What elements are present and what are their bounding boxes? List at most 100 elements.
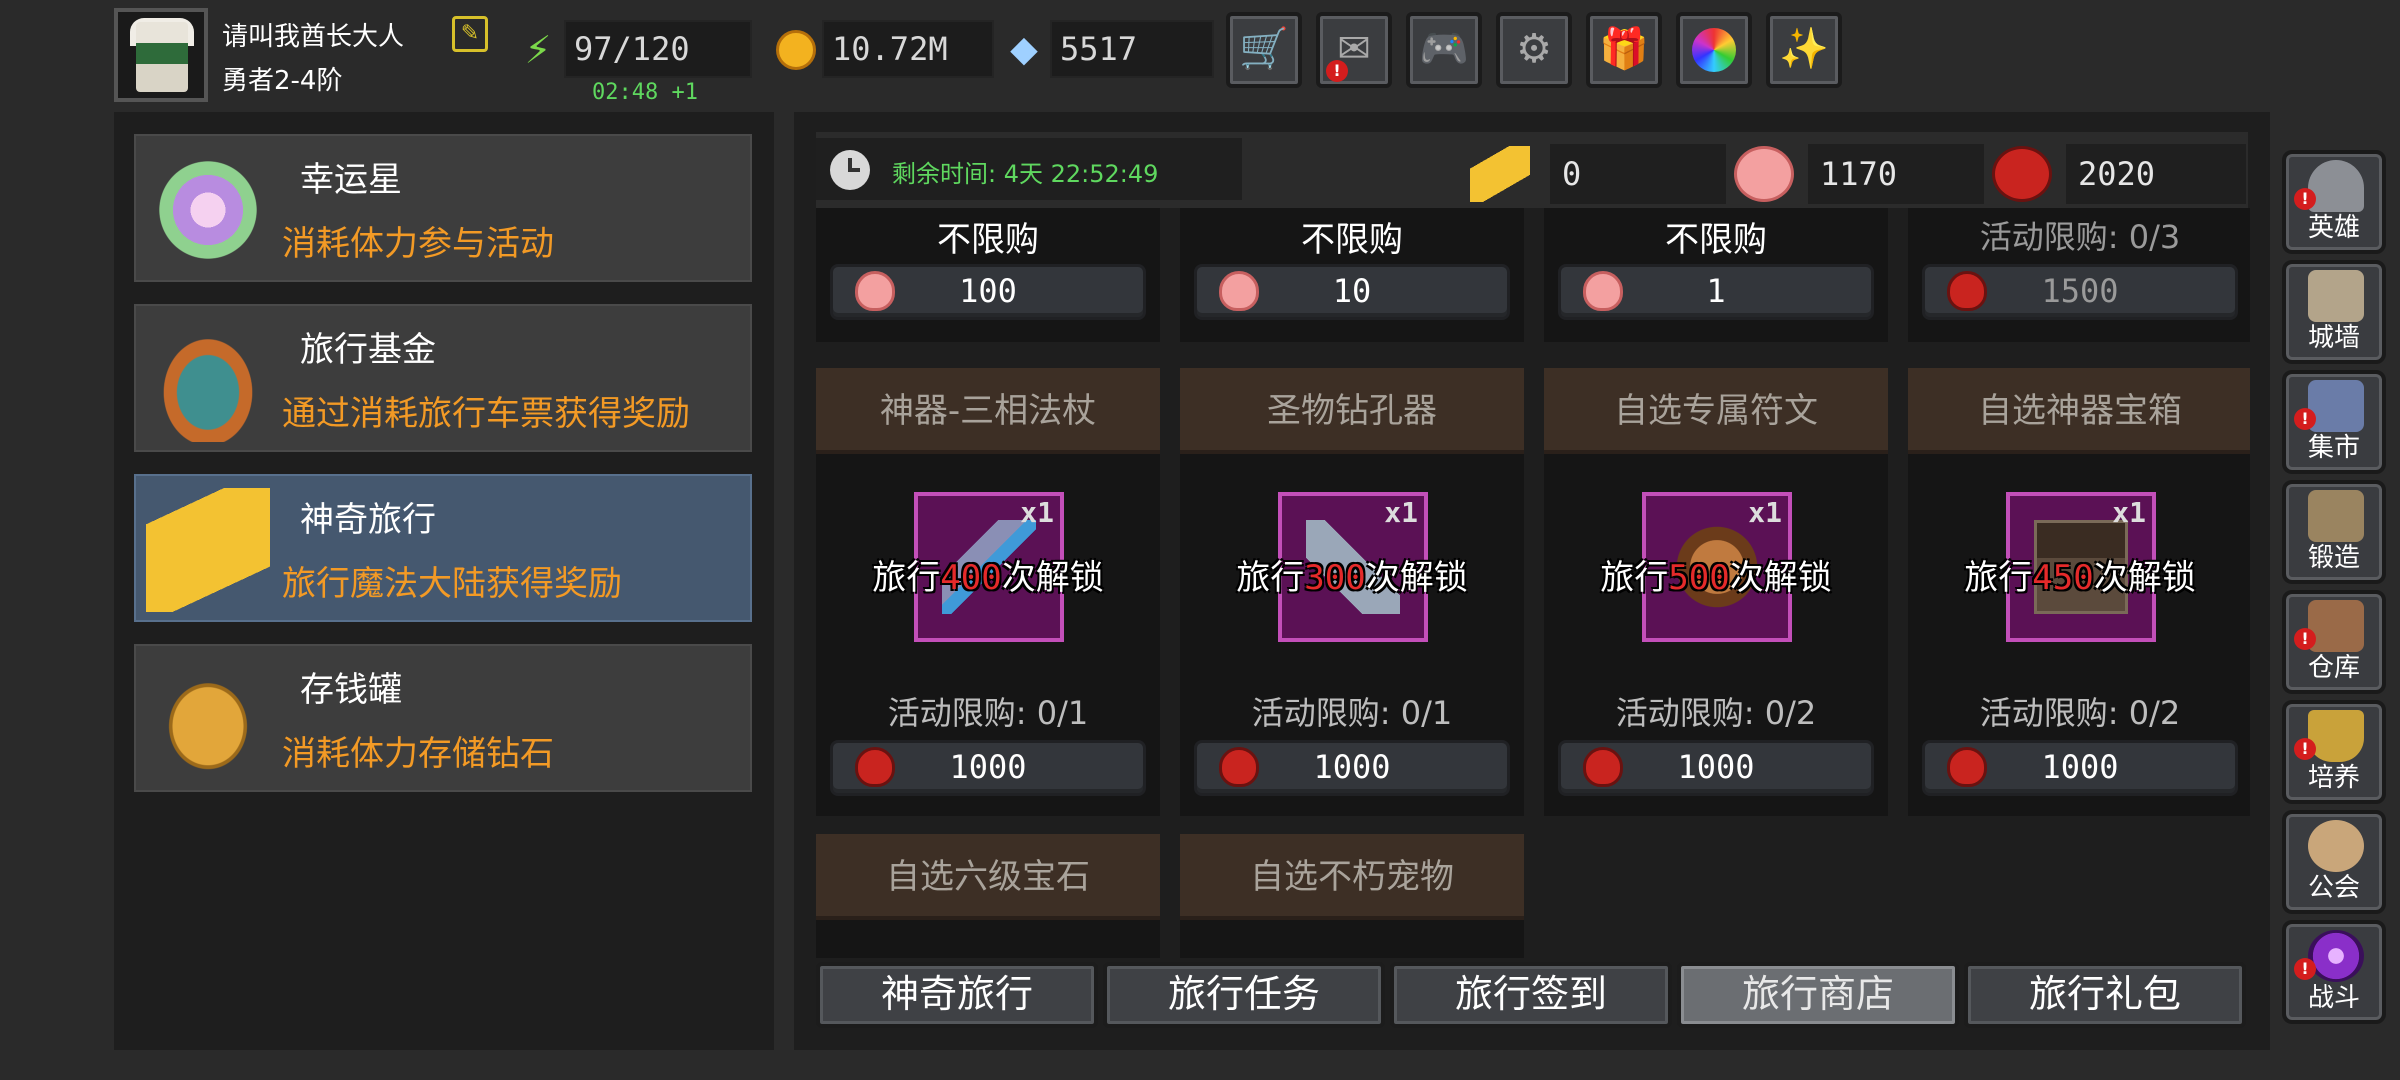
price-button[interactable]: 1000 [1558, 740, 1874, 796]
player-avatar[interactable] [114, 8, 208, 102]
color-wheel-icon [1692, 28, 1736, 72]
red-bag-count: 2020 [2066, 144, 2246, 204]
price-button[interactable]: 1500 [1922, 264, 2238, 320]
activity-lucky-star[interactable]: 幸运星 消耗体力参与活动 [134, 134, 752, 282]
gift-icon: 🎁 [1599, 26, 1649, 72]
shop-item-top[interactable]: 不限购 100 [816, 208, 1160, 342]
mail-button[interactable]: ✉! [1316, 12, 1392, 88]
shop-item-top[interactable]: 不限购 10 [1180, 208, 1524, 342]
purchase-limit: 不限购 [1665, 220, 1767, 260]
item-count: x1 [1748, 496, 1782, 529]
tab-travel-shop[interactable]: 旅行商店 [1677, 962, 1959, 1028]
fireworks-icon: ✨ [1779, 26, 1829, 72]
item-name: 神器-三相法杖 [816, 368, 1160, 454]
nav-label: 城墙 [2307, 323, 2360, 353]
nav-cultivate[interactable]: ! 培养 [2282, 700, 2386, 804]
price-button[interactable]: 1000 [830, 740, 1146, 796]
pink-bag-icon [1734, 146, 1794, 202]
price-value: 1000 [1313, 748, 1391, 786]
gem-value: 5517 [1050, 20, 1214, 78]
item-name: 自选六级宝石 [816, 834, 1160, 920]
nav-warehouse[interactable]: ! 仓库 [2282, 590, 2386, 694]
nav-market[interactable]: ! 集市 [2282, 370, 2386, 474]
shop-grid: 不限购 100 不限购 10 不限购 1 活动限购: 0/3 1500 神器-三… [814, 208, 2250, 958]
nav-label: 集市 [2307, 433, 2360, 463]
shop-item-card[interactable]: 自选不朽宠物 [1180, 834, 1524, 958]
price-button[interactable]: 100 [830, 264, 1146, 320]
price-button[interactable]: 1000 [1922, 740, 2238, 796]
unlock-condition: 旅行400次解锁 [872, 558, 1104, 598]
gold-value: 10.72M [822, 20, 994, 78]
shop-item-card[interactable]: 自选专属符文 x1 旅行500次解锁 活动限购: 0/2 1000 [1544, 368, 1888, 816]
shop-item-card[interactable]: 神器-三相法杖 x1 旅行400次解锁 活动限购: 0/1 1000 [816, 368, 1160, 816]
gold-coin-icon [776, 30, 816, 70]
tab-magic-travel[interactable]: 神奇旅行 [816, 962, 1098, 1028]
activity-title: 存钱罐 [300, 670, 402, 710]
pink-bag-icon [1219, 271, 1259, 311]
red-bag-icon [1583, 747, 1623, 787]
price-value: 1000 [2041, 748, 2119, 786]
nav-hero[interactable]: ! 英雄 [2282, 150, 2386, 254]
tab-travel-gift[interactable]: 旅行礼包 [1964, 962, 2246, 1028]
nav-label: 英雄 [2307, 213, 2360, 243]
guild-icon [2308, 820, 2364, 872]
price-value: 1500 [2041, 272, 2119, 310]
nav-battle[interactable]: ! 战斗 [2282, 920, 2386, 1024]
activity-magic-travel[interactable]: 神奇旅行 旅行魔法大陆获得奖励 [134, 474, 752, 622]
gamepad-icon: 🎮 [1419, 26, 1469, 72]
activity-title: 旅行基金 [300, 330, 436, 370]
helmet-icon [2308, 160, 2364, 212]
edit-name-icon[interactable]: ✎ [452, 16, 488, 52]
unlock-condition: 旅行300次解锁 [1236, 558, 1468, 598]
shop-item-top[interactable]: 不限购 1 [1544, 208, 1888, 342]
energy-timer: 02:48 +1 [592, 80, 698, 105]
shop-item-card[interactable]: 自选六级宝石 [816, 834, 1160, 958]
ticket-count: 0 [1550, 144, 1726, 204]
top-bar: 请叫我酋长大人 勇者2-4阶 ✎ ⚡ 97/120 02:48 +1 10.72… [0, 0, 2400, 108]
item-name: 自选不朽宠物 [1180, 834, 1524, 920]
red-bag-icon [1219, 747, 1259, 787]
piggy-bank-icon [146, 658, 270, 782]
purchase-limit: 活动限购: 0/3 [1979, 218, 2181, 256]
settings-button[interactable]: ⚙ [1496, 12, 1572, 88]
pink-bag-count: 1170 [1808, 144, 1984, 204]
cart-icon: 🛒 [1239, 26, 1289, 72]
item-count: x1 [1384, 496, 1418, 529]
shop-item-top[interactable]: 活动限购: 0/3 1500 [1908, 208, 2250, 342]
red-bag-icon [855, 747, 895, 787]
clock-icon [830, 150, 870, 190]
activity-travel-fund[interactable]: 旅行基金 通过消耗旅行车票获得奖励 [134, 304, 752, 452]
lucky-star-icon [146, 148, 270, 272]
ticket-icon [1470, 146, 1530, 202]
activity-piggy-bank[interactable]: 存钱罐 消耗体力存储钻石 [134, 644, 752, 792]
nav-forge[interactable]: 锻造 [2282, 480, 2386, 584]
fireworks-button[interactable]: ✨ [1766, 12, 1842, 88]
shop-cart-button[interactable]: 🛒 [1226, 12, 1302, 88]
nav-label: 战斗 [2307, 983, 2360, 1013]
player-rank: 勇者2-4阶 [222, 66, 343, 96]
nav-guild[interactable]: 公会 [2282, 810, 2386, 914]
purchase-limit: 活动限购: 0/2 [1979, 694, 2181, 732]
price-value: 1000 [949, 748, 1027, 786]
shop-item-card[interactable]: 自选神器宝箱 x1 旅行450次解锁 活动限购: 0/2 1000 [1908, 368, 2250, 816]
shop-item-card[interactable]: 圣物钻孔器 x1 旅行300次解锁 活动限购: 0/1 1000 [1180, 368, 1524, 816]
anvil-icon [2308, 490, 2364, 542]
price-button[interactable]: 1 [1558, 264, 1874, 320]
tab-travel-tasks[interactable]: 旅行任务 [1103, 962, 1385, 1028]
gear-icon: ⚙ [1516, 26, 1552, 72]
nav-label: 仓库 [2307, 653, 2360, 683]
pink-bag-icon [1583, 271, 1623, 311]
gamepad-button[interactable]: 🎮 [1406, 12, 1482, 88]
price-button[interactable]: 1000 [1194, 740, 1510, 796]
gift-button[interactable]: 🎁 [1586, 12, 1662, 88]
activity-title: 幸运星 [300, 160, 402, 200]
portal-icon [2308, 930, 2364, 982]
tab-travel-checkin[interactable]: 旅行签到 [1390, 962, 1672, 1028]
price-value: 1 [1706, 272, 1726, 310]
nav-label: 公会 [2307, 873, 2360, 903]
energy-icon: ⚡ [524, 28, 552, 72]
color-wheel-button[interactable] [1676, 12, 1752, 88]
nav-wall[interactable]: 城墙 [2282, 260, 2386, 364]
trophy-icon [2308, 710, 2364, 762]
price-button[interactable]: 10 [1194, 264, 1510, 320]
